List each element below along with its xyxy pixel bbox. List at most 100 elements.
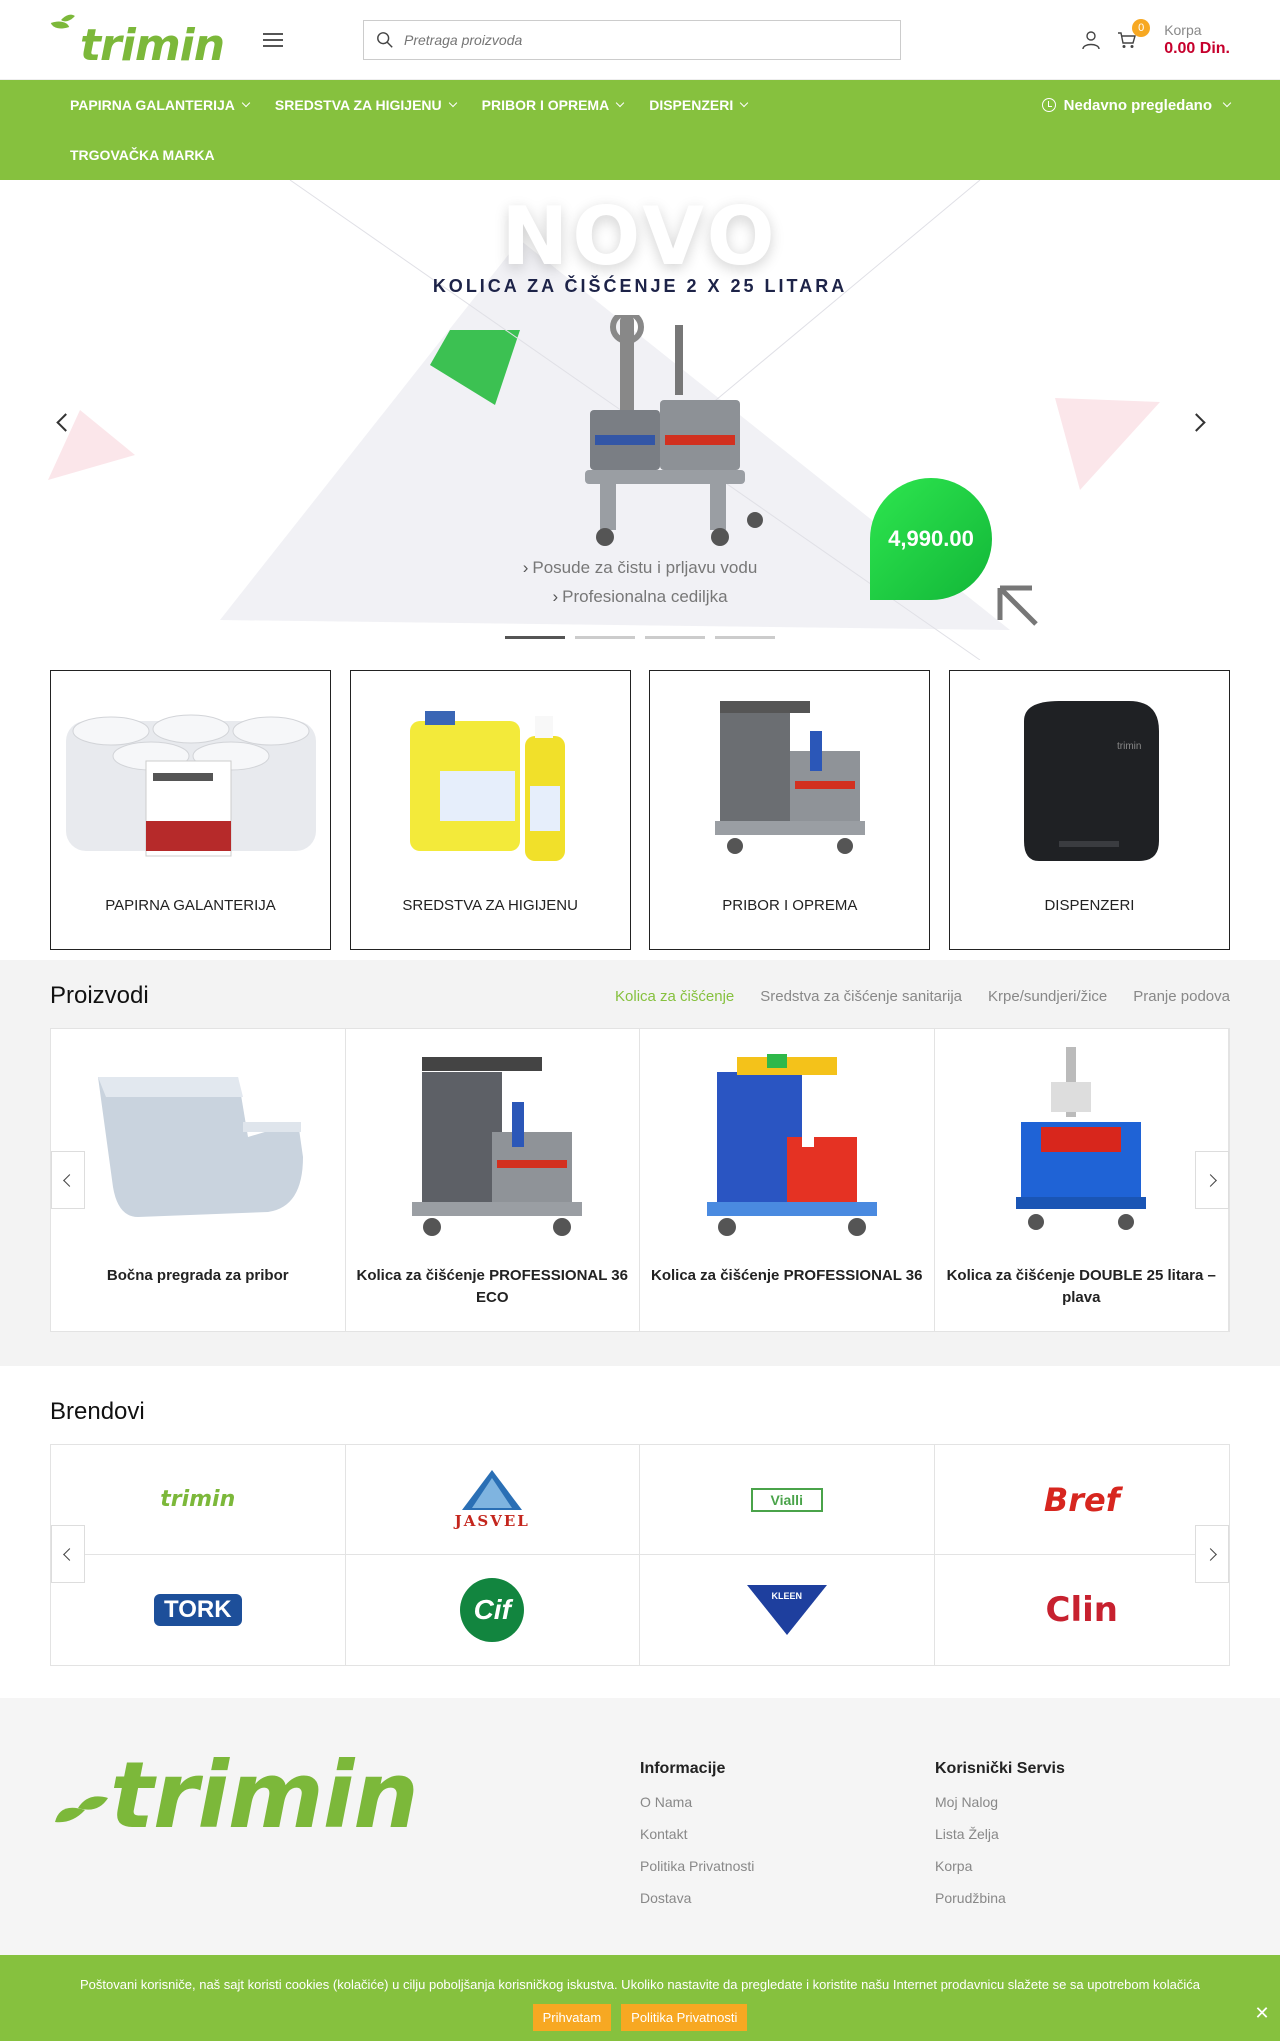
category-dispenzeri[interactable]: trimin DISPENZERI bbox=[948, 670, 1230, 950]
product-card[interactable]: Kolica za čišćenje PROFESSIONAL 36 bbox=[640, 1029, 935, 1331]
products-prev-button[interactable] bbox=[51, 1151, 85, 1209]
user-icon[interactable] bbox=[1080, 29, 1102, 51]
product-name[interactable]: Bočna pregrada za pribor bbox=[107, 1265, 289, 1287]
brand-tork[interactable]: TORK bbox=[51, 1555, 346, 1665]
brand-logo-trimin: trimin bbox=[160, 1487, 236, 1512]
product-carousel: Bočna pregrada za pribor Kolica za čišće… bbox=[50, 1028, 1230, 1332]
leaf-icon bbox=[50, 1792, 110, 1842]
footer-link-dostava[interactable]: Dostava bbox=[640, 1890, 935, 1906]
brand-logo-cif: Cif bbox=[460, 1578, 525, 1642]
brand-trimin[interactable]: trimin bbox=[51, 1445, 346, 1555]
site-header: trimin 0 Korpa 0.00 Din. bbox=[0, 0, 1280, 80]
footer-link-lista-zelja[interactable]: Lista Želja bbox=[935, 1826, 1230, 1842]
product-tabs: Kolica za čišćenje Sredstva za čišćenje … bbox=[615, 988, 1230, 1005]
nav-item-trgovacka-marka[interactable]: TRGOVAČKA MARKA bbox=[50, 147, 215, 163]
brand-logo-bref: Bref bbox=[1043, 1480, 1120, 1519]
product-name[interactable]: Kolica za čišćenje PROFESSIONAL 36 bbox=[651, 1265, 923, 1287]
tab-sredstva-sanitarija[interactable]: Sredstva za čišćenje sanitarija bbox=[760, 988, 962, 1005]
footer-info-column: Informacije O Nama Kontakt Politika Priv… bbox=[640, 1750, 935, 1922]
nav-item-pribor-i-oprema[interactable]: PRIBOR I OPREMA bbox=[482, 97, 625, 113]
slider-dots bbox=[505, 636, 775, 639]
footer-info-title: Informacije bbox=[640, 1760, 726, 1777]
footer-link-politika-privatnosti[interactable]: Politika Privatnosti bbox=[640, 1858, 935, 1874]
footer-service-column: Korisnički Servis Moj Nalog Lista Želja … bbox=[935, 1750, 1230, 1922]
category-label: PAPIRNA GALANTERIJA bbox=[105, 897, 276, 914]
product-card[interactable]: Kolica za čišćenje DOUBLE 25 litara – pl… bbox=[935, 1029, 1229, 1331]
chevron-down-icon bbox=[448, 98, 457, 108]
footer-logo-text: trimin bbox=[110, 1742, 419, 1849]
close-icon[interactable]: ✕ bbox=[1252, 2003, 1272, 2023]
category-tiles: PAPIRNA GALANTERIJA SREDSTVA ZA HIGIJENU bbox=[0, 660, 1280, 960]
chevron-down-icon bbox=[739, 98, 749, 108]
header-actions: 0 Korpa 0.00 Din. bbox=[1080, 18, 1230, 58]
slider-dot[interactable] bbox=[575, 636, 635, 639]
brands-title: Brendovi bbox=[50, 1398, 145, 1425]
nav-item-sredstva-za-higijenu[interactable]: SREDSTVA ZA HIGIJENU bbox=[274, 97, 457, 113]
slider-dot[interactable] bbox=[505, 636, 565, 639]
dispenser-image: trimin bbox=[950, 671, 1229, 891]
cart-summary[interactable]: Korpa 0.00 Din. bbox=[1164, 22, 1230, 58]
products-next-button[interactable] bbox=[1195, 1151, 1229, 1209]
site-logo[interactable]: trimin bbox=[50, 12, 235, 68]
cookie-policy-button[interactable]: Politika Privatnosti bbox=[621, 2004, 748, 2031]
product-image bbox=[59, 1037, 337, 1247]
category-pribor-i-oprema[interactable]: PRIBOR I OPREMA bbox=[649, 670, 931, 950]
product-card[interactable]: Bočna pregrada za pribor bbox=[51, 1029, 346, 1331]
category-papirna-galanterija[interactable]: PAPIRNA GALANTERIJA bbox=[50, 670, 331, 950]
slider-prev-button[interactable] bbox=[50, 408, 80, 438]
cleaning-cart-image bbox=[585, 315, 763, 546]
slider-next-button[interactable] bbox=[1185, 408, 1215, 438]
brand-vialli[interactable]: Vialli bbox=[640, 1445, 935, 1555]
product-image bbox=[354, 1037, 632, 1247]
products-section: Proizvodi Kolica za čišćenje Sredstva za… bbox=[0, 960, 1280, 1366]
brand-logo-clin: Clin bbox=[1045, 1590, 1118, 1630]
nav-label: SREDSTVA ZA HIGIJENU bbox=[274, 97, 442, 113]
product-name[interactable]: Kolica za čišćenje PROFESSIONAL 36 ECO bbox=[354, 1265, 632, 1309]
slider-dot[interactable] bbox=[715, 636, 775, 639]
brands-next-button[interactable] bbox=[1195, 1525, 1229, 1583]
search-icon[interactable] bbox=[376, 31, 394, 49]
product-card[interactable]: Kolica za čišćenje PROFESSIONAL 36 ECO bbox=[346, 1029, 640, 1331]
product-image bbox=[648, 1037, 926, 1247]
cart-amount: 0.00 Din. bbox=[1164, 39, 1230, 57]
jasvel-mountain-icon bbox=[462, 1469, 523, 1510]
product-name[interactable]: Kolica za čišćenje DOUBLE 25 litara – pl… bbox=[943, 1265, 1221, 1309]
brand-cif[interactable]: Cif bbox=[346, 1555, 640, 1665]
search-input[interactable] bbox=[404, 32, 864, 48]
cart-label: Korpa bbox=[1164, 22, 1202, 38]
footer-link-korpa[interactable]: Korpa bbox=[935, 1858, 1230, 1874]
tab-krpe-sundjeri[interactable]: Krpe/sundjeri/žice bbox=[988, 988, 1107, 1005]
product-image bbox=[943, 1037, 1221, 1247]
brands-prev-button[interactable] bbox=[51, 1525, 85, 1583]
brand-kleen[interactable]: KLEEN bbox=[640, 1555, 935, 1665]
brand-clin[interactable]: Clin bbox=[935, 1555, 1230, 1665]
nav-item-dispenzeri[interactable]: DISPENZERI bbox=[649, 97, 749, 113]
slider-dot[interactable] bbox=[645, 636, 705, 639]
brand-bref[interactable]: Bref bbox=[934, 1445, 1229, 1555]
chevron-down-icon bbox=[615, 98, 625, 108]
footer-link-porudzbina[interactable]: Porudžbina bbox=[935, 1890, 1230, 1906]
cart-count-badge: 0 bbox=[1132, 18, 1151, 37]
cookie-text: Poštovani korisniče, naš sajt koristi co… bbox=[80, 1977, 1200, 1992]
cookie-accept-button[interactable]: Prihvatam bbox=[532, 2004, 612, 2031]
clock-icon bbox=[1041, 98, 1056, 112]
svg-text:trimin: trimin bbox=[1117, 741, 1141, 752]
footer-link-o-nama[interactable]: O Nama bbox=[640, 1794, 935, 1810]
category-sredstva-za-higijenu[interactable]: SREDSTVA ZA HIGIJENU bbox=[349, 670, 631, 950]
category-label: DISPENZERI bbox=[1044, 897, 1135, 914]
tab-kolica-za-ciscenje[interactable]: Kolica za čišćenje bbox=[615, 988, 734, 1005]
recently-viewed[interactable]: Nedavno pregledano bbox=[1041, 97, 1232, 114]
footer-link-kontakt[interactable]: Kontakt bbox=[640, 1826, 935, 1842]
main-nav: PAPIRNA GALANTERIJA SREDSTVA ZA HIGIJENU… bbox=[0, 80, 1280, 180]
nav-item-papirna-galanterija[interactable]: PAPIRNA GALANTERIJA bbox=[50, 97, 251, 113]
tab-pranje-podova[interactable]: Pranje podova bbox=[1133, 988, 1230, 1005]
footer-logo[interactable]: trimin bbox=[50, 1750, 640, 1922]
brand-logo-jasvel: JASVEL bbox=[454, 1511, 530, 1530]
chevron-down-icon bbox=[241, 98, 251, 108]
menu-icon[interactable] bbox=[263, 33, 283, 47]
cart-icon[interactable]: 0 bbox=[1116, 18, 1151, 51]
category-label: PRIBOR I OPREMA bbox=[722, 897, 858, 914]
footer-link-moj-nalog[interactable]: Moj Nalog bbox=[935, 1794, 1230, 1810]
brand-jasvel[interactable]: JASVEL bbox=[345, 1445, 640, 1555]
kleen-triangle-icon: KLEEN bbox=[746, 1585, 827, 1635]
